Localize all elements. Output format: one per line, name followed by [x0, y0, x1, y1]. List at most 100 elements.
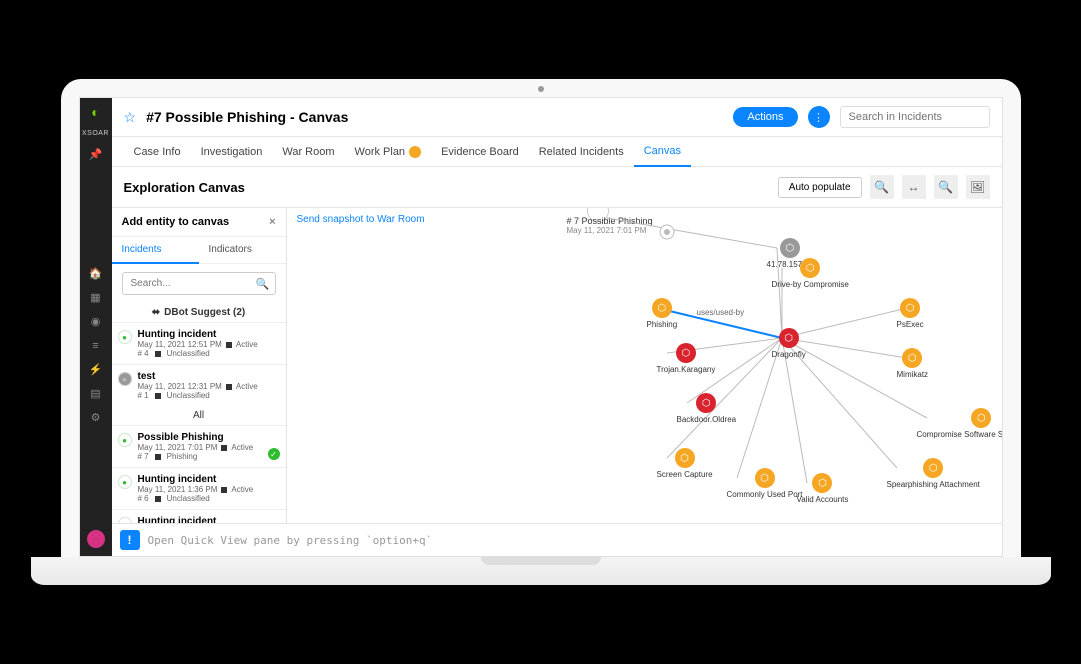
image-export-button[interactable]: 🖼	[966, 175, 990, 199]
item-name: Hunting incident	[138, 329, 278, 340]
node-icon: ⬡	[755, 468, 775, 488]
node-label: Drive-by Compromise	[772, 280, 849, 289]
auto-populate-button[interactable]: Auto populate	[778, 177, 862, 198]
left-nav: ◐ XSOAR 📌 🏠 ▦ ◉ ≡ ⚡ ▤ ⚙	[80, 98, 112, 556]
edge-label: uses/used-by	[697, 308, 745, 317]
node-label: Mimikatz	[897, 370, 929, 379]
indicator-icon[interactable]: ◉	[89, 315, 103, 329]
node-label: Trojan.Karagany	[657, 365, 716, 374]
quick-view-footer: ! Open Quick View pane by pressing `opti…	[112, 523, 1002, 556]
work-plan-badge-icon	[409, 146, 421, 158]
list-item[interactable]: ● Hunting incident May 11, 2021 1:36 PM …	[112, 467, 286, 509]
node-label: Compromise Software Supply Cha...	[917, 430, 1002, 439]
graph-node[interactable]: ⬡ Valid Accounts	[797, 473, 849, 504]
graph-node[interactable]: ⬡ Phishing	[647, 298, 678, 329]
gear-icon[interactable]: ⚙	[89, 411, 103, 425]
center-node[interactable]: ⬡ Dragonfly	[772, 328, 806, 359]
node-label: Spearphishing Attachment	[887, 480, 980, 489]
quick-view-hint: Open Quick View pane by pressing `option…	[148, 534, 433, 547]
graph-node[interactable]: ⬡ PsExec	[897, 298, 924, 329]
tab-war-room[interactable]: War Room	[272, 137, 344, 166]
search-icon: 🔍	[256, 277, 270, 290]
graph-node[interactable]: ⬡ Trojan.Karagany	[657, 343, 716, 374]
check-icon: ✓	[268, 448, 280, 460]
bolt-icon[interactable]: ⚡	[89, 363, 103, 377]
close-panel-icon[interactable]: ×	[269, 216, 275, 228]
camera-dot	[538, 86, 544, 92]
add-entity-title: Add entity to canvas	[122, 216, 230, 228]
node-label: PsExec	[897, 320, 924, 329]
node-icon: ⬡	[675, 448, 695, 468]
graph-node[interactable]: ⬡ Screen Capture	[657, 448, 713, 479]
node-icon: ⬡	[652, 298, 672, 318]
node-icon: ⬡	[902, 348, 922, 368]
report-icon[interactable]: ▤	[89, 387, 103, 401]
severity-dot-icon: ●	[118, 475, 132, 489]
zoom-in-button[interactable]: 🔍	[934, 175, 958, 199]
node-icon: ⬡	[676, 343, 696, 363]
home-icon[interactable]: 🏠	[89, 267, 103, 281]
all-header: All	[112, 406, 286, 425]
list-icon[interactable]: ≡	[89, 339, 103, 353]
node-label: Backdoor.Oldrea	[677, 415, 737, 424]
dashboard-icon[interactable]: ▦	[89, 291, 103, 305]
tab-case-info[interactable]: Case Info	[124, 137, 191, 166]
node-icon: ⬡	[900, 298, 920, 318]
user-avatar[interactable]	[87, 530, 105, 548]
node-icon: ⬡	[780, 238, 800, 258]
entity-search-input[interactable]	[122, 272, 276, 295]
graph-node[interactable]: ⬡ Mimikatz	[897, 348, 929, 379]
brand-label: XSOAR	[82, 130, 109, 137]
tab-work-plan[interactable]: Work Plan	[345, 137, 432, 166]
graph-node[interactable]: ⬡Backdoor.Oldrea	[677, 393, 737, 424]
list-item[interactable]: ● Possible Phishing May 11, 2021 7:01 PM…	[112, 425, 286, 467]
page-header: ☆ #7 Possible Phishing - Canvas Actions …	[112, 98, 1002, 137]
severity-dot-icon: ●	[118, 372, 132, 386]
pin-icon[interactable]: 📌	[89, 147, 103, 161]
item-name: test	[138, 371, 278, 382]
node-label: Screen Capture	[657, 470, 713, 479]
node-icon: ⬡	[812, 473, 832, 493]
subtab-indicators[interactable]: Indicators	[199, 237, 286, 263]
brand-logo: ◐	[91, 104, 99, 120]
node-icon: ⬡	[971, 408, 991, 428]
tab-investigation[interactable]: Investigation	[191, 137, 273, 166]
item-name: Possible Phishing	[138, 432, 278, 443]
tab-evidence-board[interactable]: Evidence Board	[431, 137, 529, 166]
search-incidents-input[interactable]	[840, 106, 990, 128]
list-item[interactable]: ● test May 11, 2021 12:31 PM Active # 1 …	[112, 364, 286, 406]
send-snapshot-link[interactable]: Send snapshot to War Room	[297, 214, 425, 225]
graph-node[interactable]: ⬡Drive-by Compromise	[772, 258, 849, 289]
node-label: Phishing	[647, 320, 678, 329]
tab-bar: Case Info Investigation War Room Work Pl…	[112, 137, 1002, 167]
zoom-out-button[interactable]: 🔍	[870, 175, 894, 199]
tab-canvas[interactable]: Canvas	[634, 137, 691, 167]
severity-dot-icon: ●	[118, 330, 132, 344]
item-name: Hunting incident	[138, 474, 278, 485]
quick-view-icon[interactable]: !	[120, 530, 140, 550]
page-title: #7 Possible Phishing - Canvas	[146, 109, 348, 125]
graph-node[interactable]: ⬡ Spearphishing Attachment	[887, 458, 980, 489]
graph-node[interactable]: ⬡ Compromise Software Supply Cha...	[917, 408, 1002, 439]
node-label: Commonly Used Port	[727, 490, 803, 499]
node-label: Valid Accounts	[797, 495, 849, 504]
node-label: Dragonfly	[772, 350, 806, 359]
list-item[interactable]: ● Hunting incident May 11, 2021 1:34 PM …	[112, 509, 286, 523]
node-icon: ⬡	[923, 458, 943, 478]
node-icon: ⬡	[779, 328, 799, 348]
canvas-title: Exploration Canvas	[124, 180, 770, 195]
star-icon[interactable]: ☆	[124, 109, 137, 126]
exploration-canvas[interactable]: Send snapshot to War Room # 7 Possible P…	[287, 208, 1002, 523]
dbot-suggest-header[interactable]: ⬌DBot Suggest (2)	[112, 303, 286, 322]
laptop-base	[31, 557, 1051, 585]
severity-dot-icon: ●	[118, 433, 132, 447]
list-item[interactable]: ● Hunting incident May 11, 2021 12:51 PM…	[112, 322, 286, 364]
fit-button[interactable]: ↔	[902, 175, 926, 199]
graph-node[interactable]: ⬡ Commonly Used Port	[727, 468, 803, 499]
subtab-incidents[interactable]: Incidents	[112, 237, 199, 264]
actions-button[interactable]: Actions	[733, 107, 797, 127]
tab-related-incidents[interactable]: Related Incidents	[529, 137, 634, 166]
info-button[interactable]: ⋮	[808, 106, 830, 128]
add-entity-panel: Add entity to canvas × Incidents Indicat…	[112, 208, 287, 523]
root-node-label: # 7 Possible Phishing May 11, 2021 7:01 …	[567, 216, 653, 235]
